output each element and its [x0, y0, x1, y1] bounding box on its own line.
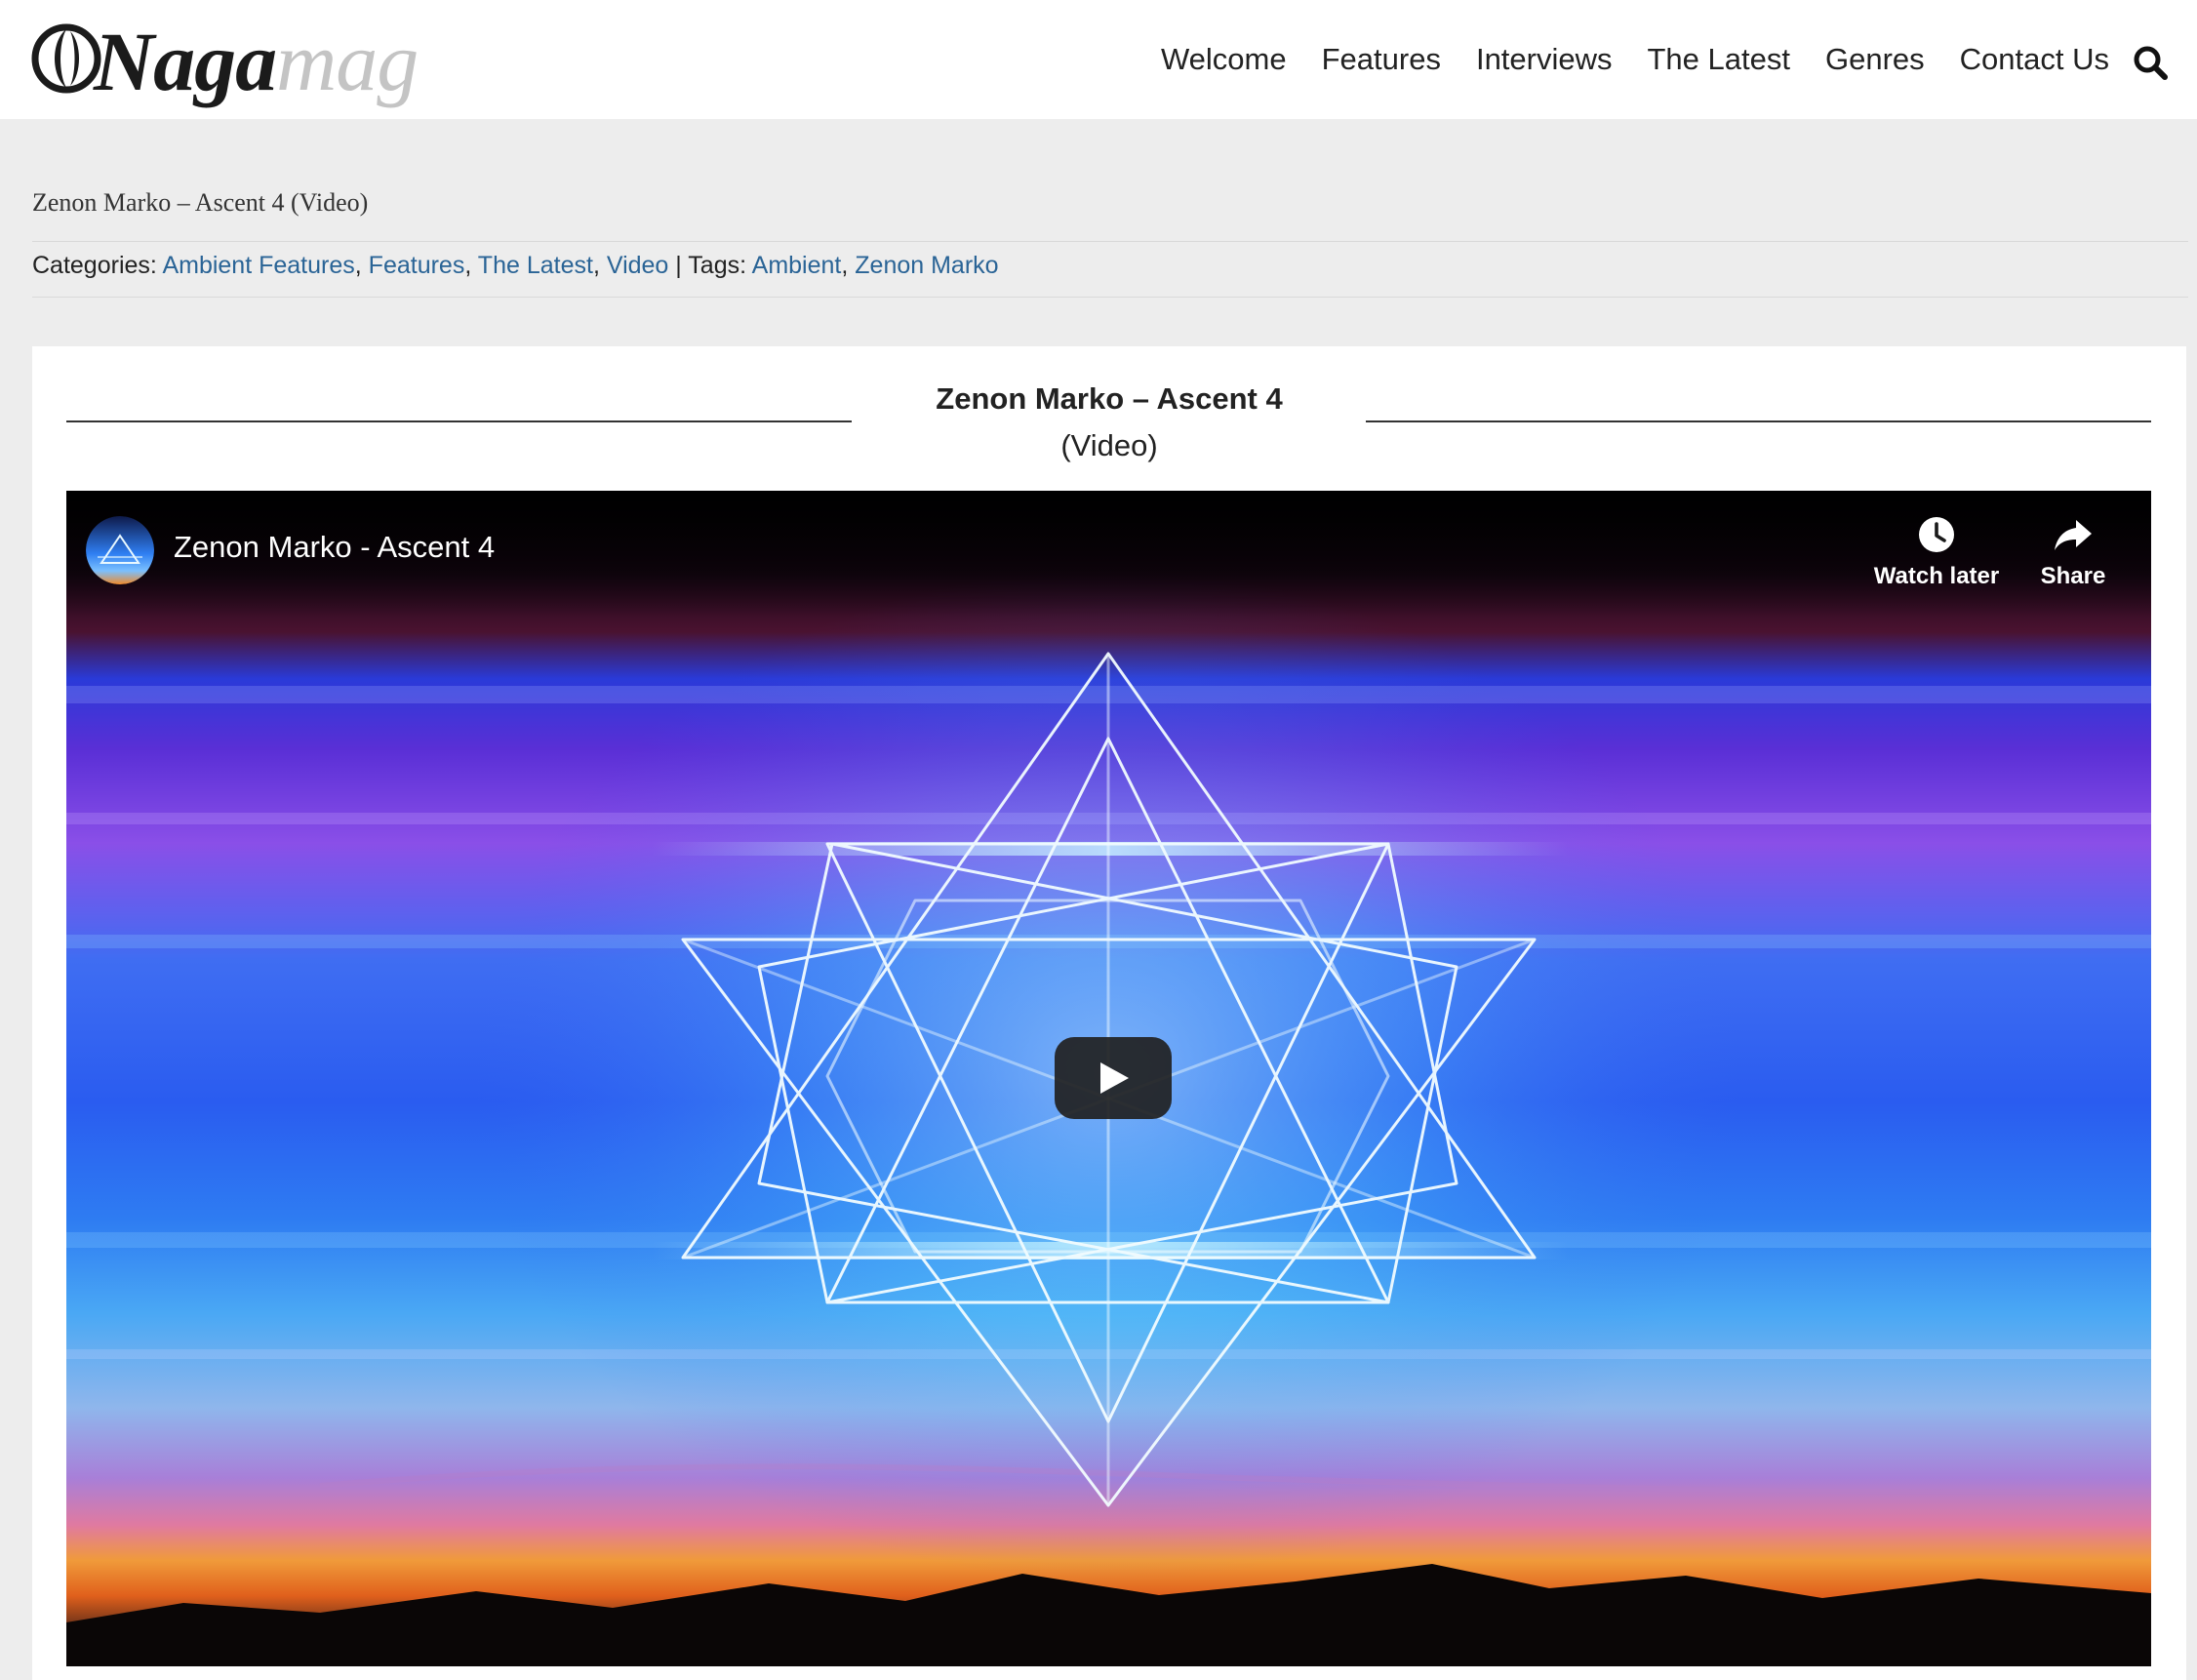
nav-item-welcome[interactable]: Welcome — [1161, 42, 1287, 77]
site-logo[interactable]: Nagamag — [31, 10, 419, 107]
share-button[interactable]: Share — [2005, 514, 2141, 590]
nav-item-genres[interactable]: Genres — [1825, 42, 1925, 77]
watch-later-label: Watch later — [1873, 563, 2000, 589]
post-title: Zenon Marko – Ascent 4 — [936, 381, 1283, 416]
category-link-video[interactable]: Video — [607, 252, 669, 279]
site-header: Nagamag Welcome Features Interviews The … — [0, 0, 2197, 119]
category-link-ambient-features[interactable]: Ambient Features — [162, 252, 354, 279]
category-link-the-latest[interactable]: The Latest — [478, 252, 593, 279]
divider — [32, 241, 2188, 242]
share-label: Share — [2040, 563, 2106, 589]
meta-divider: | — [675, 252, 682, 279]
main-nav: Welcome Features Interviews The Latest G… — [1126, 0, 2109, 119]
category-link-features[interactable]: Features — [369, 252, 465, 279]
title-rule-left — [66, 420, 852, 422]
logo-text-primary: Naga — [94, 15, 277, 108]
nav-item-interviews[interactable]: Interviews — [1476, 42, 1613, 77]
post-card: Zenon Marko – Ascent 4 (Video) Zenon Mar… — [32, 346, 2186, 1680]
tag-link-zenon-marko[interactable]: Zenon Marko — [855, 252, 998, 279]
logo-mark-icon — [31, 23, 101, 94]
post-meta: Categories: Ambient Features, Features, … — [32, 252, 999, 279]
nav-item-the-latest[interactable]: The Latest — [1648, 42, 1790, 77]
watch-later-button[interactable]: Watch later — [1868, 514, 2005, 590]
nav-item-contact-us[interactable]: Contact Us — [1960, 42, 2109, 77]
search-icon[interactable] — [2131, 43, 2170, 82]
post-subtitle: (Video) — [1060, 428, 1158, 462]
clock-icon — [1919, 517, 1954, 552]
categories-label: Categories: — [32, 252, 157, 279]
logo-text: Nagamag — [94, 20, 419, 103]
channel-avatar[interactable] — [86, 516, 154, 584]
nav-item-features[interactable]: Features — [1322, 42, 1441, 77]
title-rule-right — [1366, 420, 2151, 422]
play-button[interactable] — [1055, 1037, 1172, 1119]
logo-text-secondary: mag — [276, 15, 419, 108]
divider — [32, 297, 2188, 298]
share-icon — [2055, 520, 2092, 550]
tags-label: Tags: — [688, 252, 747, 279]
video-player[interactable]: Zenon Marko - Ascent 4 Watch later Share — [66, 491, 2151, 1666]
breadcrumb: Zenon Marko – Ascent 4 (Video) — [32, 188, 369, 217]
tag-link-ambient[interactable]: Ambient — [752, 252, 842, 279]
video-title[interactable]: Zenon Marko - Ascent 4 — [174, 530, 495, 565]
